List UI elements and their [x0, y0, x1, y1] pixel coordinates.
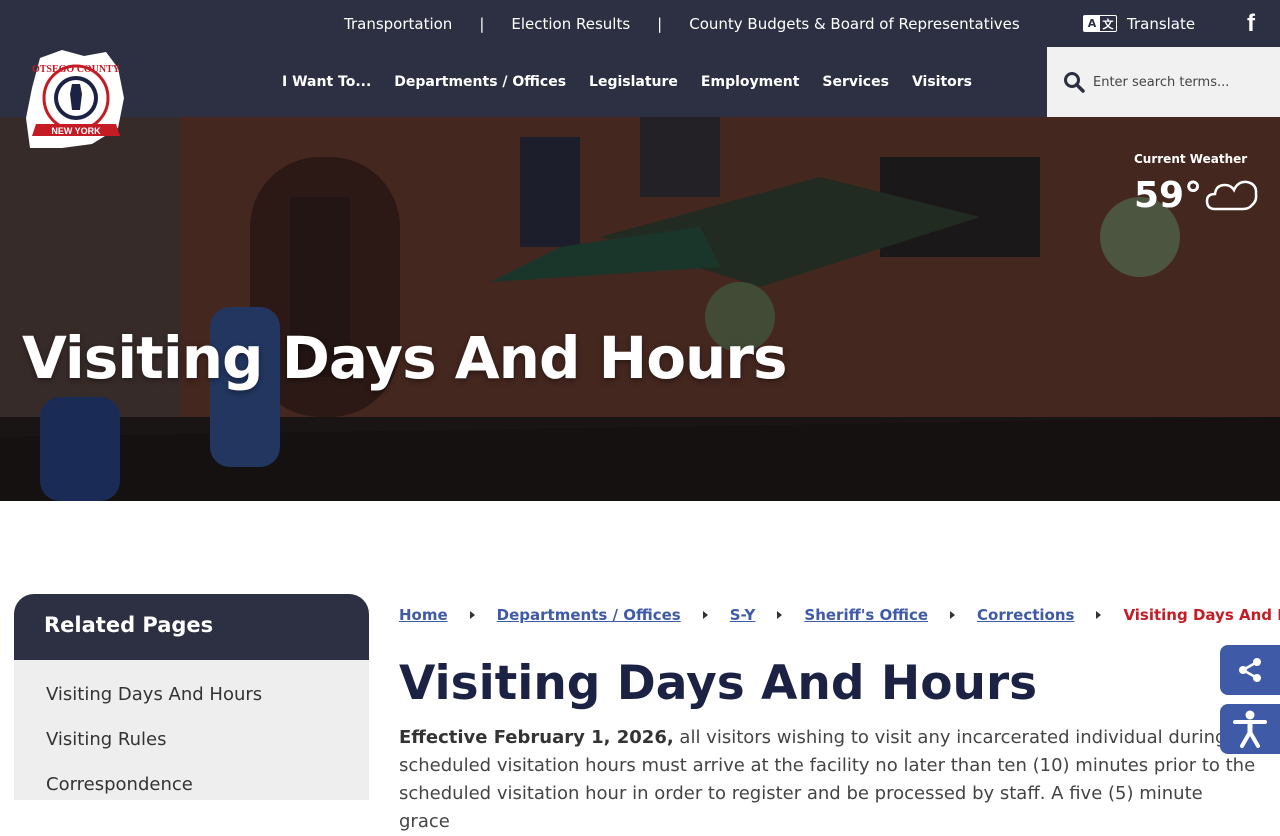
hero-photo	[0, 117, 1280, 501]
nav-item-legislature[interactable]: Legislature	[589, 74, 678, 90]
accessibility-icon	[1233, 710, 1267, 748]
breadcrumb-home[interactable]: Home	[399, 606, 448, 624]
share-button[interactable]	[1220, 645, 1280, 695]
facebook-icon[interactable]: f	[1247, 10, 1255, 38]
breadcrumb-arrow-icon	[469, 611, 475, 619]
utility-separator: |	[657, 14, 663, 33]
main-nav: I Want To... Departments / Offices Legis…	[0, 47, 1280, 117]
hero-banner: Visiting Days And Hours Current Weather …	[0, 117, 1280, 501]
breadcrumb-s-y[interactable]: S-Y	[730, 606, 756, 624]
weather-label: Current Weather	[1134, 152, 1248, 166]
sidebar-item-correspondence[interactable]: Correspondence	[14, 762, 369, 800]
search-box	[1047, 47, 1280, 117]
translate-label: Translate	[1127, 14, 1196, 33]
intro-bold: Effective February 1, 2026,	[399, 727, 674, 748]
body-paragraph: Effective February 1, 2026, all visitors…	[399, 724, 1259, 836]
share-icon	[1239, 658, 1261, 682]
cloud-icon	[1205, 180, 1258, 211]
utility-separator: |	[479, 14, 485, 33]
utility-bar: Transportation | Election Results | Coun…	[0, 0, 1280, 47]
breadcrumb-sheriffs-office[interactable]: Sheriff's Office	[804, 606, 928, 624]
breadcrumb-arrow-icon	[950, 611, 956, 619]
translate-icon: A 文	[1083, 15, 1117, 32]
breadcrumb: Home Departments / Offices S-Y Sheriff's…	[399, 606, 1280, 624]
nav-menu: I Want To... Departments / Offices Legis…	[282, 47, 995, 117]
utility-links: Transportation | Election Results | Coun…	[344, 0, 1020, 47]
breadcrumb-departments[interactable]: Departments / Offices	[497, 606, 681, 624]
nav-item-visitors[interactable]: Visitors	[912, 74, 972, 90]
sidebar-item-visiting-days[interactable]: Visiting Days And Hours	[14, 672, 369, 717]
page-title: Visiting Days And Hours	[399, 656, 1038, 711]
related-pages-panel: Related Pages Visiting Days And Hours Vi…	[14, 594, 369, 800]
breadcrumb-arrow-icon	[777, 611, 783, 619]
translate-glyph-a: A	[1084, 16, 1100, 31]
breadcrumb-current: Visiting Days And Hours	[1123, 606, 1280, 624]
sidebar-item-visiting-rules[interactable]: Visiting Rules	[14, 717, 369, 762]
hero-title: Visiting Days And Hours	[22, 324, 787, 392]
utility-link-transportation[interactable]: Transportation	[344, 15, 452, 33]
breadcrumb-arrow-icon	[1096, 611, 1102, 619]
weather-temperature: 59°	[1134, 175, 1203, 216]
logo-ribbon-text: NEW YORK	[51, 126, 101, 136]
accessibility-button[interactable]	[1220, 704, 1280, 754]
breadcrumb-arrow-icon	[702, 611, 708, 619]
utility-link-county-budgets[interactable]: County Budgets & Board of Representative…	[689, 15, 1019, 33]
county-logo[interactable]: NEW YORK OTSEGO COUNTY	[22, 48, 130, 152]
nav-item-employment[interactable]: Employment	[701, 74, 799, 90]
search-input[interactable]	[1093, 74, 1273, 90]
breadcrumb-corrections[interactable]: Corrections	[977, 606, 1074, 624]
translate-glyph-zh: 文	[1102, 17, 1114, 31]
nav-item-departments[interactable]: Departments / Offices	[394, 74, 566, 90]
nav-item-services[interactable]: Services	[822, 74, 889, 90]
search-icon[interactable]	[1063, 71, 1085, 93]
related-pages-list: Visiting Days And Hours Visiting Rules C…	[14, 660, 369, 800]
utility-link-election-results[interactable]: Election Results	[511, 15, 630, 33]
translate-button[interactable]: A 文 Translate	[1083, 0, 1195, 47]
related-pages-title: Related Pages	[14, 594, 369, 660]
logo-top-text: OTSEGO COUNTY	[32, 64, 121, 75]
nav-item-i-want-to[interactable]: I Want To...	[282, 74, 371, 90]
